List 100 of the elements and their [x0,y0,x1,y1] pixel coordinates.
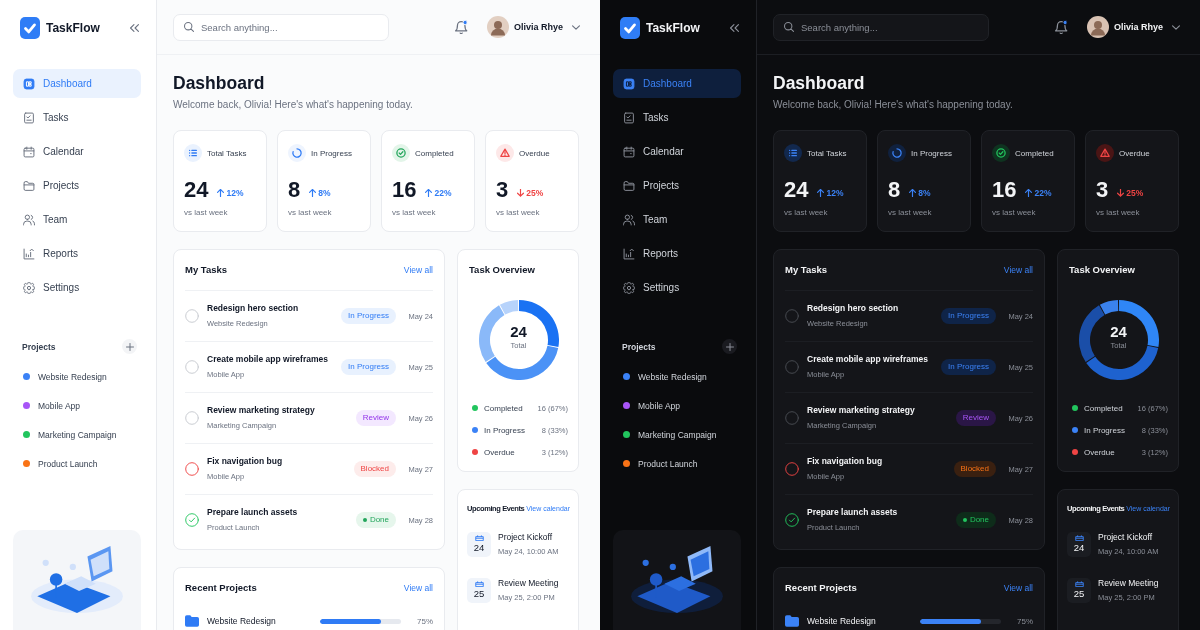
status-label: In Progress [348,362,389,372]
stat-label: In Progress [311,148,352,158]
stat-label: In Progress [911,148,952,158]
card-title: Recent Projects [185,582,257,594]
nav-item[interactable]: Settings [613,273,741,302]
nav-item[interactable]: Settings [13,273,141,302]
project-item[interactable]: Mobile App [613,391,741,420]
check-circle-icon[interactable] [185,513,199,527]
event-day: 25 [473,588,485,599]
nav-item[interactable]: Tasks [13,103,141,132]
task-title: Prepare launch assets [207,507,299,518]
bar-chart-icon [623,247,635,260]
notification-bell-icon[interactable] [454,20,468,34]
stat-change: 8% [318,188,331,198]
stat-value: 8 [888,177,901,203]
status-label: Done [969,515,989,525]
page-title: Dashboard [773,72,866,95]
nav-item[interactable]: Projects [613,171,741,200]
section-title: Projects [622,341,656,352]
view-all-link[interactable]: View all [403,265,433,275]
calendar-icon [1074,581,1084,587]
project-item[interactable]: Website Redesign [13,362,141,391]
nav-item[interactable]: Dashboard [613,69,741,98]
task-title: Redesign hero section [807,303,900,314]
event-day: 24 [473,542,485,553]
stat-change: 25% [1126,188,1144,198]
check-circle-icon[interactable] [785,513,799,527]
user-name: Olivia Rhye [513,22,563,32]
nav-item[interactable]: Dashboard [13,69,141,98]
stat-label: Overdue [1119,148,1150,158]
stat-label: Completed [415,148,454,158]
card-title: My Tasks [185,264,228,276]
empty-circle-icon[interactable] [185,462,199,476]
stat-label: Total Tasks [807,148,847,158]
stat-change: 12% [226,188,244,198]
view-all-link[interactable]: View all [1003,265,1033,275]
stat-note: vs last week [888,208,933,218]
nav-item[interactable]: Team [613,205,741,234]
nav-item[interactable]: Tasks [613,103,741,132]
calendar-icon [23,145,35,158]
progress-percent: 75% [416,616,433,626]
checklist-icon [623,111,635,124]
empty-circle-icon[interactable] [785,462,799,476]
nav-item[interactable]: Calendar [613,137,741,166]
list-icon [184,144,202,162]
project-name: Website Redesign [207,616,276,626]
nav-item[interactable]: Reports [613,239,741,268]
empty-circle-icon[interactable] [785,309,799,323]
project-item[interactable]: Website Redesign [613,362,741,391]
warning-icon [496,144,514,162]
progress-percent: 75% [1016,616,1033,626]
folder-icon [185,615,199,627]
view-all-link[interactable]: View all [1003,583,1033,593]
check-circle-icon [392,144,410,162]
nav-item[interactable]: Team [13,205,141,234]
avatar-icon[interactable] [1086,16,1109,38]
task-title: Fix navigation bug [207,456,284,467]
card-title: Task Overview [469,264,536,276]
add-project-button[interactable] [722,339,737,354]
users-icon [623,213,635,226]
add-project-button[interactable] [122,339,137,354]
nav-item[interactable]: Calendar [13,137,141,166]
legend-label: Overdue [1084,447,1115,457]
progress-ring-icon [288,144,306,162]
bar-chart-icon [23,247,35,260]
empty-circle-icon[interactable] [785,411,799,425]
grid-icon [623,77,635,90]
view-all-link[interactable]: View all [403,583,433,593]
status-label: In Progress [948,362,989,372]
settings-icon [23,281,35,294]
project-item[interactable]: Marketing Campaign [13,420,141,449]
notification-bell-icon[interactable] [1054,20,1068,34]
plus-icon [125,342,134,351]
project-item[interactable]: Marketing Campaign [613,420,741,449]
project-item[interactable]: Mobile App [13,391,141,420]
stat-change: 22% [1034,188,1052,198]
stat-change: 22% [434,188,452,198]
status-label: In Progress [348,311,389,321]
chevron-down-icon[interactable] [1172,24,1180,30]
empty-circle-icon[interactable] [785,360,799,374]
status-label: Review [362,413,389,423]
task-title: Review marketing strategy [807,405,916,416]
calendar-icon [474,581,484,587]
folder-icon [623,179,635,192]
card-title: Task Overview [1069,264,1136,276]
user-name: Olivia Rhye [1113,22,1163,32]
nav-item[interactable]: Projects [13,171,141,200]
checklist-icon [23,111,35,124]
chevron-down-icon[interactable] [572,24,580,30]
nav-item[interactable]: Reports [13,239,141,268]
plus-icon [725,342,734,351]
search-field[interactable]: Search anything... [773,13,989,41]
stat-label: Completed [1015,148,1054,158]
stat-label: Overdue [519,148,550,158]
project-item[interactable]: Product Launch [613,449,741,478]
stat-change: 25% [526,188,544,198]
double-chevron-left-icon[interactable] [730,24,739,32]
project-name: Website Redesign [807,616,876,626]
double-chevron-left-icon[interactable] [130,24,139,32]
project-item[interactable]: Product Launch [13,449,141,478]
